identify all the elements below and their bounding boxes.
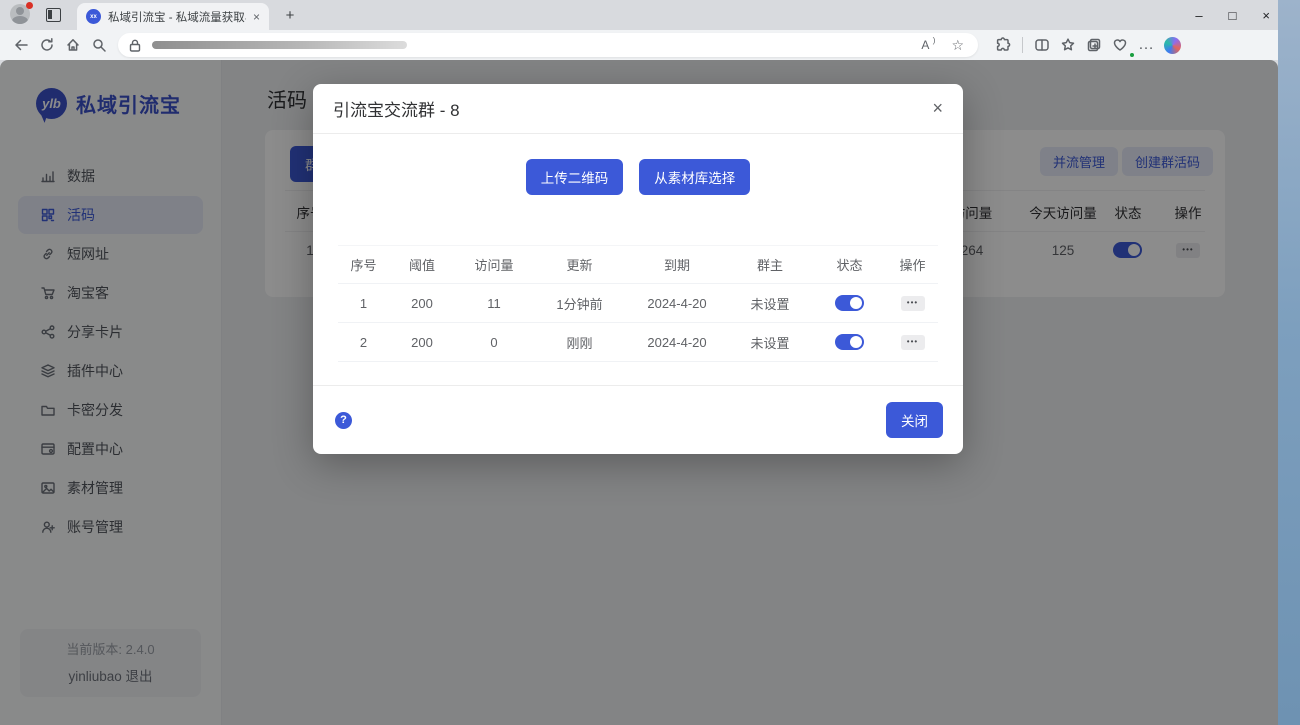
row2-status-toggle[interactable]: [835, 334, 864, 350]
modal-table-row: 2 200 0 刚刚 2024-4-20 未设置 •••: [338, 323, 938, 362]
row1-status-toggle[interactable]: [835, 295, 864, 311]
tab-actions-icon[interactable]: [46, 8, 61, 22]
tab-strip: xx 私域引流宝 - 私域流量获取与维护 × + – □ ×: [0, 0, 1278, 30]
browser-essentials-icon[interactable]: [1107, 33, 1133, 57]
site-favicon-icon: xx: [86, 9, 101, 24]
extensions-icon[interactable]: [990, 33, 1016, 57]
modal-dialog: 引流宝交流群 - 8 × 上传二维码 从素材库选择 序号 阈值 访问量 更新 到…: [313, 84, 963, 454]
more-menu-icon[interactable]: …: [1133, 33, 1159, 57]
window-controls: – □ ×: [1195, 0, 1270, 30]
essentials-status-dot: [1129, 52, 1135, 58]
home-icon[interactable]: [60, 33, 86, 57]
modal-header: 引流宝交流群 - 8 ×: [313, 84, 963, 134]
lock-icon: [128, 38, 142, 53]
read-aloud-icon[interactable]: A): [921, 38, 937, 52]
toolbar-divider: [1022, 37, 1023, 53]
copilot-icon[interactable]: [1159, 33, 1185, 57]
upload-qr-button[interactable]: 上传二维码: [526, 159, 624, 195]
row2-more-button[interactable]: •••: [901, 335, 925, 350]
select-from-library-button[interactable]: 从素材库选择: [639, 159, 750, 195]
browser-window: xx 私域引流宝 - 私域流量获取与维护 × + – □ ×: [0, 0, 1278, 725]
browser-toolbar: A) ☆ …: [0, 30, 1278, 60]
favorite-star-icon[interactable]: ☆: [951, 37, 964, 54]
maximize-button[interactable]: □: [1229, 8, 1237, 23]
window-close-button[interactable]: ×: [1262, 8, 1270, 23]
search-icon[interactable]: [86, 33, 112, 57]
modal-close-icon[interactable]: ×: [932, 98, 943, 119]
modal-close-button[interactable]: 关闭: [886, 402, 943, 438]
split-screen-icon[interactable]: [1029, 33, 1055, 57]
modal-table-header: 序号 阈值 访问量 更新 到期 群主 状态 操作: [338, 245, 938, 284]
back-icon[interactable]: [8, 33, 34, 57]
modal-footer: ? 关闭: [313, 385, 963, 454]
tab-close-icon[interactable]: ×: [250, 10, 263, 24]
modal-table: 序号 阈值 访问量 更新 到期 群主 状态 操作 1 200 11 1分钟前: [338, 245, 938, 362]
modal-table-row: 1 200 11 1分钟前 2024-4-20 未设置 •••: [338, 284, 938, 323]
redacted-url: [152, 41, 407, 49]
web-page: ylb 私域引流宝 数据 活码 短网址 淘宝客: [0, 60, 1278, 725]
new-tab-button[interactable]: +: [279, 7, 301, 24]
collections-icon[interactable]: [1081, 33, 1107, 57]
notification-dot: [26, 2, 33, 9]
modal-button-row: 上传二维码 从素材库选择: [313, 159, 963, 195]
help-icon[interactable]: ?: [335, 412, 352, 429]
main-content: 活码 群活码 并流管理 创建群活码 序号 访问量 今天访问量 状态 操作 1 2…: [222, 60, 1278, 725]
refresh-icon[interactable]: [34, 33, 60, 57]
tab-title: 私域引流宝 - 私域流量获取与维护: [108, 9, 246, 25]
address-bar[interactable]: A) ☆: [118, 33, 978, 57]
profile-avatar[interactable]: [10, 4, 32, 26]
browser-tab[interactable]: xx 私域引流宝 - 私域流量获取与维护 ×: [77, 3, 269, 30]
modal-title: 引流宝交流群 - 8: [333, 96, 460, 121]
favorites-bar-icon[interactable]: [1055, 33, 1081, 57]
minimize-button[interactable]: –: [1195, 8, 1202, 23]
row1-more-button[interactable]: •••: [901, 296, 925, 311]
